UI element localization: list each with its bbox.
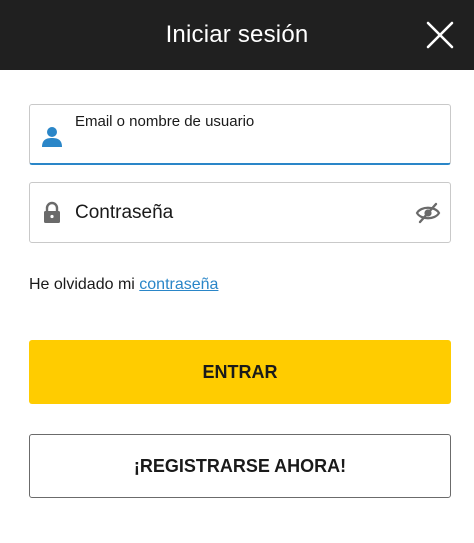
page-title: Iniciar sesión xyxy=(165,21,309,48)
header-bar: Iniciar sesión xyxy=(0,0,474,70)
forgot-password-prefix: He olvidado mi xyxy=(29,276,140,293)
eye-slash-icon[interactable] xyxy=(414,200,442,226)
email-field[interactable]: Email o nombre de usuario xyxy=(29,104,451,165)
register-button[interactable]: ¡REGISTRARSE AHORA! xyxy=(29,434,451,498)
user-icon xyxy=(42,127,62,147)
lock-icon xyxy=(44,201,60,223)
forgot-password-text: He olvidado mi contraseña xyxy=(29,276,218,294)
email-field-label: Email o nombre de usuario xyxy=(75,113,255,130)
password-field-label: Contraseña xyxy=(75,202,174,223)
forgot-password-link[interactable]: contraseña xyxy=(139,276,218,293)
login-button[interactable]: ENTRAR xyxy=(29,340,451,404)
close-icon xyxy=(426,21,454,49)
close-button[interactable] xyxy=(422,17,458,53)
password-field[interactable]: Contraseña xyxy=(29,182,451,243)
